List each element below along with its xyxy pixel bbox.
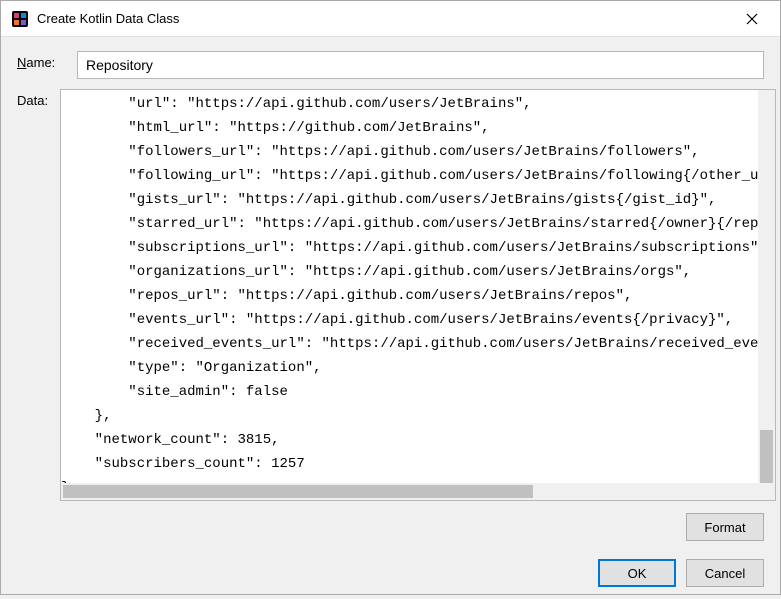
dialog-window: Create Kotlin Data Class Name: Data: "ur… [0, 0, 781, 595]
data-textarea-container: "url": "https://api.github.com/users/Jet… [60, 89, 776, 501]
name-input[interactable] [77, 51, 764, 79]
close-icon [746, 13, 758, 25]
name-row: Name: [17, 51, 764, 79]
format-button-row: Format [17, 511, 764, 543]
scrollbar-thumb[interactable] [63, 485, 533, 498]
app-icon [11, 10, 29, 28]
data-label: Data: [17, 89, 48, 501]
cancel-button[interactable]: Cancel [686, 559, 764, 587]
data-row: Data: "url": "https://api.github.com/use… [17, 89, 764, 501]
format-button[interactable]: Format [686, 513, 764, 541]
title-text: Create Kotlin Data Class [37, 11, 732, 26]
dialog-button-row: OK Cancel [17, 557, 764, 589]
ok-button[interactable]: OK [598, 559, 676, 587]
scrollbar-thumb[interactable] [760, 430, 773, 490]
data-textarea[interactable]: "url": "https://api.github.com/users/Jet… [61, 90, 775, 500]
close-button[interactable] [732, 1, 772, 37]
dialog-body: Name: Data: "url": "https://api.github.c… [1, 37, 780, 599]
name-label: Name: [17, 51, 65, 70]
horizontal-scrollbar[interactable] [61, 483, 775, 500]
titlebar: Create Kotlin Data Class [1, 1, 780, 37]
vertical-scrollbar[interactable] [758, 90, 775, 483]
